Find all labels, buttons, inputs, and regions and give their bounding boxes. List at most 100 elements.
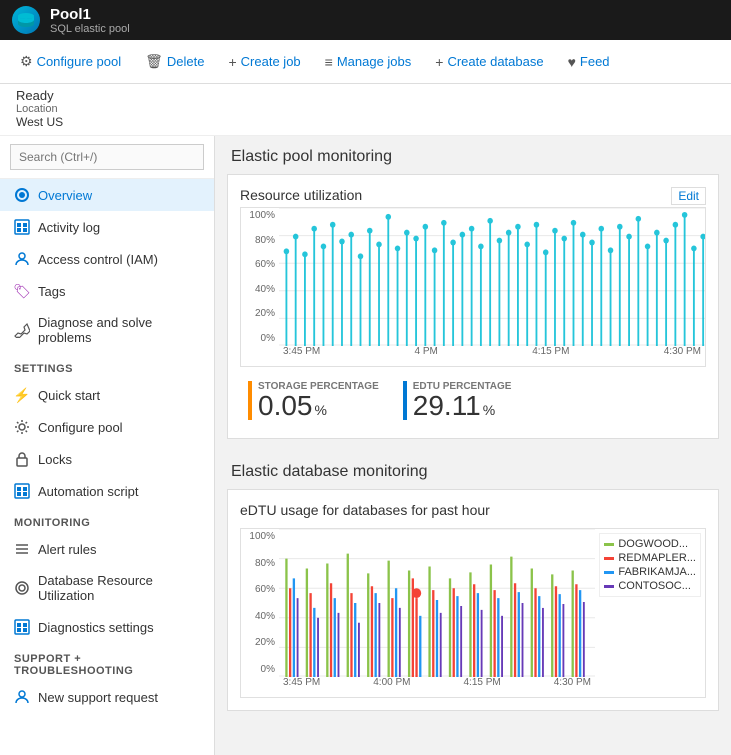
edtu-bars-area	[279, 529, 595, 677]
sidebar-item-activity-log[interactable]: Activity log	[0, 211, 214, 243]
status-text: Ready	[16, 88, 715, 103]
sidebar-alert-rules-label: Alert rules	[38, 542, 97, 557]
search-container[interactable]	[0, 136, 214, 179]
x-axis-labels: 3:45 PM 4 PM 4:15 PM 4:30 PM	[279, 346, 705, 366]
manage-jobs-button[interactable]: ≡ Manage jobs	[315, 49, 422, 75]
sidebar-item-quick-start[interactable]: ⚡ Quick start	[0, 379, 214, 411]
edtu-y-labels: 100% 80% 60% 40% 20% 0%	[241, 529, 279, 677]
edtu-unit: %	[483, 402, 495, 418]
create-database-label: Create database	[447, 54, 543, 69]
pool-name: Pool1	[50, 6, 130, 23]
dogwood-color	[604, 543, 614, 546]
storage-metric: STORAGE PERCENTAGE 0.05 %	[240, 375, 387, 426]
automation-icon	[14, 483, 30, 499]
sidebar-configure-pool-label: Configure pool	[38, 420, 123, 435]
create-job-button[interactable]: + Create job	[218, 49, 310, 75]
list-icon: ≡	[325, 54, 333, 70]
elastic-db-section-title: Elastic database monitoring	[215, 451, 731, 489]
create-job-label: Create job	[241, 54, 301, 69]
settings-section-header: SETTINGS	[0, 353, 214, 379]
edtu-values: EDTU PERCENTAGE 29.11 %	[413, 381, 512, 420]
edtu-x-labels: 3:45 PM 4:00 PM 4:15 PM 4:30 PM	[279, 677, 595, 697]
location-label: Location	[16, 103, 715, 115]
wrench-icon	[14, 322, 30, 338]
tags-icon: 🏷	[14, 283, 30, 299]
sidebar-diagnostics-label: Diagnostics settings	[38, 620, 154, 635]
configure-pool-label: Configure pool	[37, 54, 122, 69]
sidebar-support-label: New support request	[38, 690, 158, 705]
dogwood-label: DOGWOOD...	[618, 538, 688, 550]
resource-utilization-card: Resource utilization Edit 100% 80% 60% 4…	[227, 174, 719, 439]
support-section-header: SUPPORT + TROUBLESHOOTING	[0, 643, 214, 681]
sidebar-item-tags[interactable]: 🏷 Tags	[0, 275, 214, 307]
sidebar-item-diagnostics[interactable]: Diagnostics settings	[0, 611, 214, 643]
sidebar-quick-start-label: Quick start	[38, 388, 100, 403]
feed-button[interactable]: ♥ Feed	[558, 49, 620, 75]
edit-button[interactable]: Edit	[671, 187, 706, 205]
db-resource-icon	[14, 580, 30, 596]
main-layout: Overview Activity log Access control (IA…	[0, 136, 731, 755]
heart-icon: ♥	[568, 54, 576, 70]
resource-util-chart: 100% 80% 60% 40% 20% 0%	[240, 207, 706, 367]
legend-redmapler: REDMAPLER...	[604, 552, 696, 564]
elastic-pool-section-title: Elastic pool monitoring	[215, 136, 731, 174]
edtu-chart: 100% 80% 60% 40% 20% 0%	[240, 528, 706, 698]
legend-dogwood: DOGWOOD...	[604, 538, 696, 550]
quick-start-icon: ⚡	[14, 387, 30, 403]
delete-button[interactable]: 🗑 Delete	[135, 48, 214, 75]
trash-icon: 🗑	[145, 53, 163, 70]
sidebar-item-overview[interactable]: Overview	[0, 179, 214, 211]
sidebar-item-alert-rules[interactable]: Alert rules	[0, 533, 214, 565]
sidebar-item-locks[interactable]: Locks	[0, 443, 214, 475]
feed-label: Feed	[580, 54, 610, 69]
sidebar-db-resource-label: Database Resource Utilization	[38, 573, 200, 603]
legend-contoso: CONTOSOC...	[604, 580, 696, 592]
fabrikam-color	[604, 571, 614, 574]
sidebar-diagnose-label: Diagnose and solve problems	[38, 315, 200, 345]
fabrikam-label: FABRIKAMJA...	[618, 566, 696, 578]
lock-icon	[14, 451, 30, 467]
resource-util-title: Resource utilization	[240, 187, 362, 203]
toolbar: ⚙ Configure pool 🗑 Delete + Create job ≡…	[0, 40, 731, 84]
support-icon	[14, 689, 30, 705]
gear-icon: ⚙	[20, 53, 33, 70]
app-header: Pool1 SQL elastic pool	[0, 0, 731, 40]
plus-icon-job: +	[228, 54, 236, 70]
edtu-chart-svg	[279, 529, 595, 677]
y-axis-labels: 100% 80% 60% 40% 20% 0%	[241, 208, 279, 346]
sidebar-item-access-control[interactable]: Access control (IAM)	[0, 243, 214, 275]
activity-log-icon	[14, 219, 30, 235]
overview-icon	[14, 187, 30, 203]
sidebar-item-configure-pool[interactable]: Configure pool	[0, 411, 214, 443]
edtu-usage-title: eDTU usage for databases for past hour	[240, 502, 706, 518]
sidebar-iam-label: Access control (IAM)	[38, 252, 158, 267]
storage-value: 0.05	[258, 392, 313, 420]
storage-values: STORAGE PERCENTAGE 0.05 %	[258, 381, 379, 420]
configure-pool-button[interactable]: ⚙ Configure pool	[10, 48, 131, 75]
sidebar-locks-label: Locks	[38, 452, 72, 467]
content-area: Elastic pool monitoring Resource utiliza…	[215, 136, 731, 755]
sidebar-item-support[interactable]: New support request	[0, 681, 214, 713]
storage-bar	[248, 381, 252, 420]
sidebar-item-automation[interactable]: Automation script	[0, 475, 214, 507]
edtu-value-group: 29.11 %	[413, 392, 512, 420]
sidebar: Overview Activity log Access control (IA…	[0, 136, 215, 755]
chart-bars-area	[279, 208, 705, 346]
alert-icon	[14, 541, 30, 557]
redmapler-label: REDMAPLER...	[618, 552, 696, 564]
sidebar-item-db-resource[interactable]: Database Resource Utilization	[0, 565, 214, 611]
sidebar-item-diagnose[interactable]: Diagnose and solve problems	[0, 307, 214, 353]
contoso-label: CONTOSOC...	[618, 580, 691, 592]
sidebar-activity-label: Activity log	[38, 220, 100, 235]
monitoring-section-header: MONITORING	[0, 507, 214, 533]
diagnostics-icon	[14, 619, 30, 635]
create-database-button[interactable]: + Create database	[425, 49, 553, 75]
search-input[interactable]	[10, 144, 204, 170]
storage-unit: %	[315, 402, 327, 418]
pool-icon	[12, 6, 40, 34]
edtu-metric: EDTU PERCENTAGE 29.11 %	[395, 375, 520, 426]
location-value: West US	[16, 115, 715, 129]
edtu-legend: DOGWOOD... REDMAPLER... FABRIKAMJA...	[599, 533, 701, 597]
manage-jobs-label: Manage jobs	[337, 54, 411, 69]
storage-value-group: 0.05 %	[258, 392, 379, 420]
